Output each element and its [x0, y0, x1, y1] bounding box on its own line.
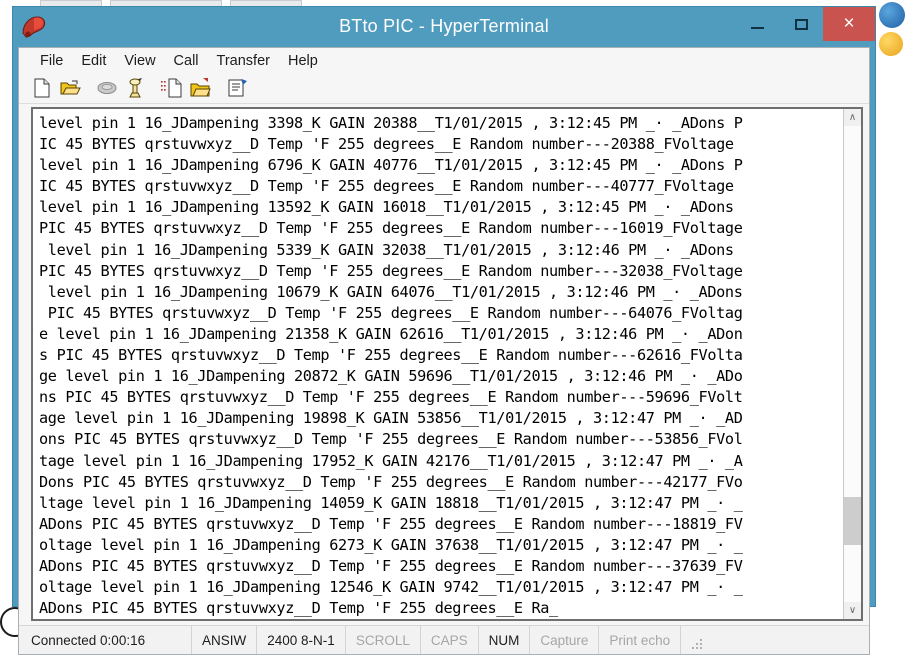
terminal-line: PIC 45 BYTES qrstuvwxyz__D Temp 'F 255 d…: [39, 218, 841, 239]
status-connected: Connected 0:00:16: [19, 626, 192, 654]
maximize-button[interactable]: [779, 7, 823, 41]
terminal-line: e level pin 1 16_JDampening 21358_K GAIN…: [39, 324, 841, 345]
terminal-line: ADons PIC 45 BYTES qrstuvwxyz__D Temp 'F…: [39, 556, 841, 577]
resize-grip[interactable]: [691, 639, 705, 651]
smiley-icon-right[interactable]: [879, 32, 903, 56]
toolbar: [19, 73, 869, 104]
terminal-line: level pin 1 16_JDampening 3398_K GAIN 20…: [39, 113, 841, 134]
terminal-line: ge level pin 1 16_JDampening 20872_K GAI…: [39, 366, 841, 387]
terminal-line: oltage level pin 1 16_JDampening 12546_K…: [39, 577, 841, 598]
receive-file-icon[interactable]: [187, 76, 213, 100]
terminal-line: age level pin 1 16_JDampening 19898_K GA…: [39, 408, 841, 429]
terminal-line: ons PIC 45 BYTES qrstuvwxyz__D Temp 'F 2…: [39, 429, 841, 450]
status-num: NUM: [479, 626, 531, 654]
menu-help[interactable]: Help: [279, 51, 327, 71]
terminal-line: IC 45 BYTES qrstuvwxyz__D Temp 'F 255 de…: [39, 176, 841, 197]
messenger-icon[interactable]: [879, 2, 905, 28]
minimize-button[interactable]: [735, 7, 779, 41]
terminal-line: level pin 1 16_JDampening 6796_K GAIN 40…: [39, 155, 841, 176]
title-bar[interactable]: BTto PIC - HyperTerminal ×: [13, 7, 875, 47]
menu-call[interactable]: Call: [165, 51, 208, 71]
terminal-output[interactable]: level pin 1 16_JDampening 3398_K GAIN 20…: [33, 109, 843, 619]
status-capture: Capture: [530, 626, 599, 654]
terminal-line: level pin 1 16_JDampening 10679_K GAIN 6…: [39, 282, 841, 303]
menu-bar: File Edit View Call Transfer Help: [19, 48, 869, 73]
open-folder-icon[interactable]: [57, 76, 83, 100]
terminal-line: Dons PIC 45 BYTES qrstuvwxyz__D Temp 'F …: [39, 472, 841, 493]
status-emulation: ANSIW: [192, 626, 257, 654]
disconnect-phone-icon[interactable]: [122, 76, 148, 100]
terminal-line: level pin 1 16_JDampening 13592_K GAIN 1…: [39, 197, 841, 218]
menu-transfer[interactable]: Transfer: [208, 51, 279, 71]
status-bar: Connected 0:00:16 ANSIW 2400 8-N-1 SCROL…: [19, 625, 869, 654]
terminal-line: ns PIC 45 BYTES qrstuvwxyz__D Temp 'F 25…: [39, 387, 841, 408]
terminal-line: oltage level pin 1 16_JDampening 6273_K …: [39, 535, 841, 556]
terminal-line: ltage level pin 1 16_JDampening 14059_K …: [39, 493, 841, 514]
minimize-icon: [751, 27, 764, 29]
terminal-line: PIC 45 BYTES qrstuvwxyz__D Temp 'F 255 d…: [39, 261, 841, 282]
status-filler: [681, 626, 869, 654]
scrollbar-track[interactable]: [844, 126, 861, 602]
status-caps: CAPS: [421, 626, 479, 654]
hyperterminal-window: BTto PIC - HyperTerminal × File Edit Vie…: [12, 6, 876, 607]
hyperterminal-icon: [19, 12, 49, 42]
new-connection-icon[interactable]: [29, 76, 55, 100]
terminal-area: level pin 1 16_JDampening 3398_K GAIN 20…: [31, 107, 863, 621]
terminal-line: ADons PIC 45 BYTES qrstuvwxyz__D Temp 'F…: [39, 514, 841, 535]
window-controls: ×: [735, 7, 875, 41]
status-scroll: SCROLL: [346, 626, 421, 654]
terminal-line: s PIC 45 BYTES qrstuvwxyz__D Temp 'F 255…: [39, 345, 841, 366]
terminal-line: IC 45 BYTES qrstuvwxyz__D Temp 'F 255 de…: [39, 134, 841, 155]
menu-file[interactable]: File: [31, 51, 72, 71]
terminal-scrollbar[interactable]: ∧ ∨: [843, 109, 861, 619]
status-print-echo: Print echo: [599, 626, 681, 654]
menu-edit[interactable]: Edit: [72, 51, 115, 71]
send-file-icon[interactable]: [159, 76, 185, 100]
terminal-line: ADons PIC 45 BYTES qrstuvwxyz__D Temp 'F…: [39, 598, 841, 619]
close-button[interactable]: ×: [823, 7, 875, 41]
window-client-area: File Edit View Call Transfer Help: [18, 47, 870, 655]
scrollbar-thumb[interactable]: [844, 497, 861, 545]
close-icon: ×: [843, 13, 854, 35]
terminal-line: tage level pin 1 16_JDampening 17952_K G…: [39, 451, 841, 472]
menu-view[interactable]: View: [115, 51, 164, 71]
status-line-settings: 2400 8-N-1: [257, 626, 346, 654]
terminal-line: PIC 45 BYTES qrstuvwxyz__D Temp 'F 255 d…: [39, 303, 841, 324]
call-phone-icon[interactable]: [94, 76, 120, 100]
scroll-up-arrow-icon[interactable]: ∧: [844, 109, 861, 126]
maximize-icon: [795, 19, 808, 30]
properties-icon[interactable]: [224, 76, 250, 100]
terminal-line: level pin 1 16_JDampening 5339_K GAIN 32…: [39, 240, 841, 261]
scroll-down-arrow-icon[interactable]: ∨: [844, 602, 861, 619]
